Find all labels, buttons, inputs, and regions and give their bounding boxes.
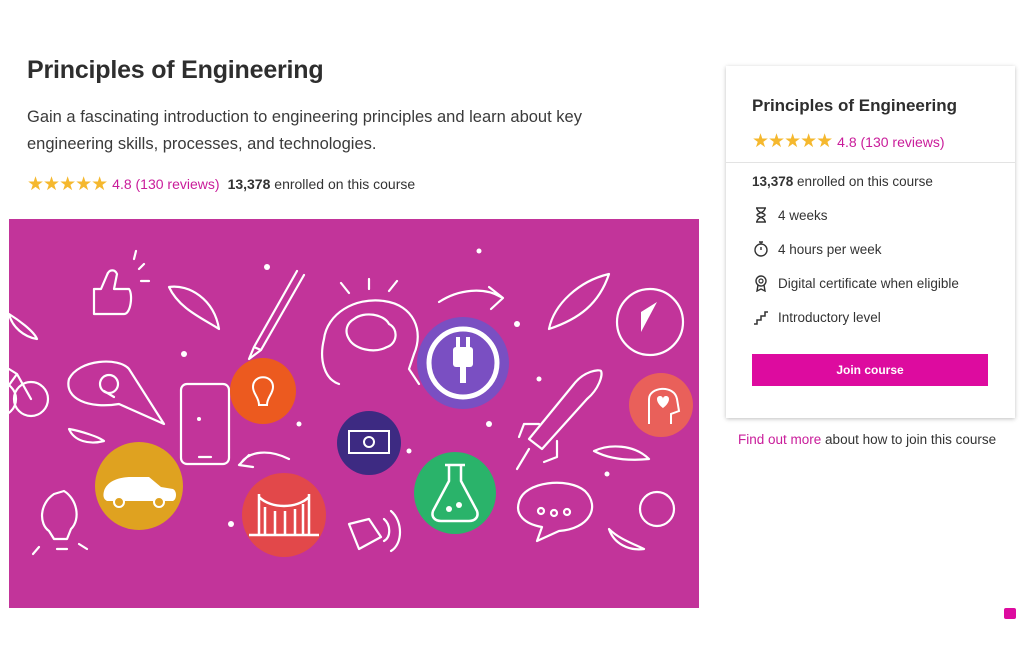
hourglass-icon (752, 206, 770, 224)
enrolled-count: 13,378 enrolled on this course (228, 176, 416, 192)
feature-effort-label: 4 hours per week (778, 241, 882, 257)
engineering-doodle-illustration (9, 219, 699, 608)
course-rating-row: ★★★★★ 4.8 (130 reviews) 13,378 enrolled … (27, 174, 415, 194)
find-out-more-suffix: about how to join this course (821, 432, 997, 447)
find-out-more-text: Find out more about how to join this cou… (738, 432, 996, 447)
stairs-icon (752, 308, 770, 326)
chat-icon[interactable] (1004, 608, 1016, 619)
stopwatch-icon (752, 240, 770, 258)
feature-level: Introductory level (752, 308, 881, 326)
enrolled-suffix: enrolled on this course (270, 176, 416, 192)
enrolled-number: 13,378 (227, 176, 271, 192)
join-course-button[interactable]: Join course (752, 354, 988, 386)
feature-certificate: Digital certificate when eligible (752, 274, 959, 292)
course-enroll-card: Principles of Engineering ★★★★★ 4.8 (130… (726, 66, 1015, 418)
course-description: Gain a fascinating introduction to engin… (27, 108, 582, 153)
feature-level-label: Introductory level (778, 309, 881, 325)
find-out-more-link[interactable]: Find out more (738, 432, 821, 447)
card-enrolled-count: 13,378 enrolled on this course (752, 174, 933, 189)
card-divider (726, 162, 1015, 163)
star-rating-icons: ★★★★★ (27, 173, 108, 195)
card-course-title: Principles of Engineering (752, 96, 957, 115)
rating-reviews-link[interactable]: 4.8 (130 reviews) (112, 176, 219, 192)
card-enrolled-number: 13,378 (752, 174, 794, 189)
card-rating-row: ★★★★★ 4.8 (130 reviews) (752, 132, 945, 151)
card-rating-reviews-link[interactable]: 4.8 (130 reviews) (837, 134, 944, 150)
card-enrolled-suffix: enrolled on this course (793, 174, 933, 189)
course-hero-illustration (9, 219, 699, 608)
feature-duration: 4 weeks (752, 206, 828, 224)
feature-effort: 4 hours per week (752, 240, 882, 258)
feature-duration-label: 4 weeks (778, 207, 828, 223)
certificate-icon (752, 274, 770, 292)
course-title: Principles of Engineering (27, 56, 324, 84)
feature-certificate-label: Digital certificate when eligible (778, 275, 959, 291)
card-star-rating-icons: ★★★★★ (752, 131, 833, 152)
